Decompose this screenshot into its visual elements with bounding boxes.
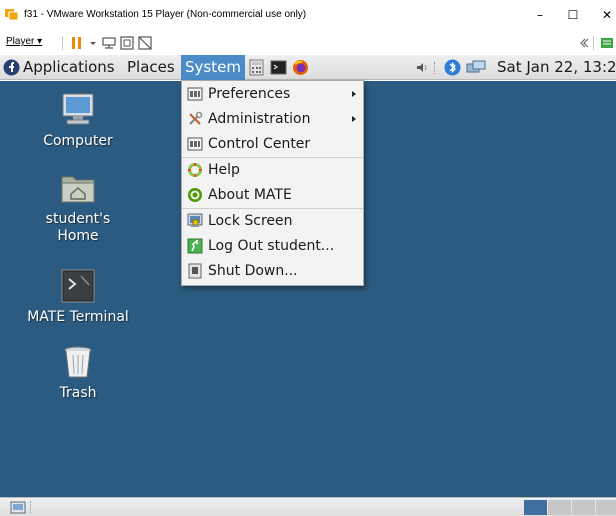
control-center-icon (187, 137, 203, 151)
desktop-icon-label: MATE Terminal (27, 309, 129, 325)
preferences-icon (187, 87, 203, 101)
desktop-icon-label: student's (45, 211, 111, 227)
firefox-launcher-icon[interactable] (292, 59, 309, 76)
menu-item-control-center[interactable]: Control Center (182, 132, 363, 156)
vmware-title-bar: f31 - VMware Workstation 15 Player (Non-… (0, 0, 616, 31)
menu-item-label: Administration (208, 111, 311, 127)
desktop-icon-trash[interactable]: Trash (18, 343, 138, 402)
bottom-panel (0, 497, 616, 516)
chevron-down-icon[interactable] (85, 35, 101, 51)
menu-item-label: Help (208, 162, 240, 178)
workspace-1[interactable] (524, 500, 547, 515)
top-panel: Applications Places System Sat Jan 22, 1… (0, 55, 616, 80)
toolbar-divider (593, 36, 594, 50)
menu-item-about-mate[interactable]: About MATE (182, 183, 363, 207)
collapse-toolbar-icon[interactable] (575, 35, 591, 51)
menu-item-preferences[interactable]: Preferences (182, 82, 363, 106)
home-folder-icon (61, 176, 95, 203)
applications-menu[interactable]: Applications (23, 55, 115, 80)
panel-handle (30, 501, 32, 513)
window-title: f31 - VMware Workstation 15 Player (Non-… (24, 9, 307, 20)
system-dropdown-menu: Preferences Administration Control Cente… (181, 80, 364, 286)
vmware-toolbar: Player ▾ (0, 31, 616, 55)
system-menu[interactable]: System (181, 55, 245, 80)
workspace-2[interactable] (548, 500, 571, 515)
menu-item-label: About MATE (208, 187, 292, 203)
submenu-arrow-icon (352, 116, 356, 122)
menu-item-label: Preferences (208, 86, 291, 102)
desktop-icon-computer[interactable]: Computer (18, 91, 138, 150)
administration-icon (189, 111, 203, 125)
show-desktop-icon[interactable] (10, 500, 26, 515)
places-menu[interactable]: Places (127, 55, 175, 80)
network-icon[interactable] (466, 59, 486, 76)
fit-guest-icon[interactable] (119, 35, 135, 51)
library-icon[interactable] (599, 35, 615, 51)
desktop-icon-terminal[interactable]: MATE Terminal (18, 267, 138, 326)
trash-icon (64, 346, 92, 378)
send-ctrl-alt-del-icon[interactable] (101, 35, 117, 51)
computer-icon (62, 93, 94, 125)
help-icon (188, 163, 202, 177)
volume-icon[interactable] (414, 59, 431, 76)
menu-item-label: Control Center (208, 136, 311, 152)
unity-mode-icon[interactable] (137, 35, 153, 51)
clock[interactable]: Sat Jan 22, 13:28 (497, 55, 616, 80)
calculator-launcher-icon[interactable] (248, 59, 265, 76)
close-button[interactable]: ✕ (599, 7, 615, 23)
panel-handle (434, 62, 436, 74)
bluetooth-icon[interactable] (444, 59, 461, 76)
shut-down-icon (188, 263, 202, 279)
menu-item-label: Shut Down... (208, 263, 298, 279)
menu-item-shut-down[interactable]: Shut Down... (182, 259, 363, 283)
log-out-icon (187, 238, 203, 254)
desktop-icon-label: Trash (59, 385, 97, 401)
menu-item-label: Lock Screen (208, 213, 293, 229)
workspace-4[interactable] (596, 500, 616, 515)
fedora-logo-icon (3, 59, 20, 76)
terminal-launcher-icon[interactable] (270, 59, 287, 76)
menu-item-log-out[interactable]: Log Out student... (182, 234, 363, 258)
desktop-icon-label: Home (57, 228, 99, 244)
menu-item-label: Log Out student... (208, 238, 335, 254)
desktop-icon-label: Computer (43, 133, 113, 149)
maximize-button[interactable]: ☐ (565, 7, 581, 23)
vmware-app-icon (5, 9, 19, 21)
pause-icon[interactable] (69, 35, 85, 51)
desktop-icon-home[interactable]: student's Home (18, 169, 138, 245)
player-menu-button[interactable]: Player ▾ (6, 36, 42, 47)
menu-item-help[interactable]: Help (182, 158, 363, 182)
menu-item-lock-screen[interactable]: Lock Screen (182, 209, 363, 233)
terminal-icon (61, 269, 95, 303)
submenu-arrow-icon (352, 91, 356, 97)
lock-screen-icon (187, 213, 203, 227)
about-mate-icon (188, 188, 202, 202)
minimize-button[interactable]: – (532, 7, 548, 23)
workspace-3[interactable] (572, 500, 595, 515)
toolbar-divider (62, 36, 63, 50)
menu-item-administration[interactable]: Administration (182, 107, 363, 131)
